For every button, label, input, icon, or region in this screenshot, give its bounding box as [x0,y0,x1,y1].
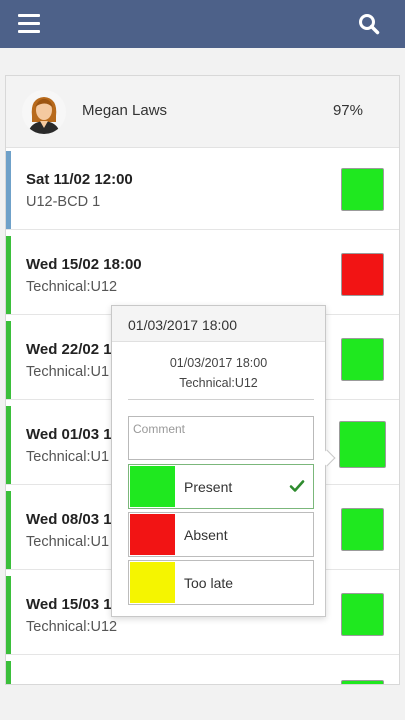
option-label: Present [184,479,233,495]
event-date: Wed 15/02 18:00 [26,256,142,273]
popover-divider [128,399,314,400]
comment-field[interactable] [128,416,314,460]
event-date: Wed 22/02 1 [26,341,112,358]
user-summary-row[interactable]: Megan Laws 97% [6,76,399,148]
present-color-swatch [130,466,175,507]
event-date: Wed 08/03 1 [26,511,112,528]
event-status-bar [6,661,11,684]
event-date: Sat 11/02 12:00 [26,171,133,188]
option-label: Absent [184,527,228,543]
attendance-percentage: 97% [332,102,363,119]
event-subtitle: U12-BCD 1 [26,194,101,210]
top-app-bar [0,0,405,48]
search-icon[interactable] [358,13,380,35]
event-date: Wed 15/03 1 [26,596,112,613]
option-label: Too late [184,575,234,591]
event-subtitle: Technical:U12 [26,619,118,635]
option-absent[interactable]: Absent [128,512,314,557]
attendance-status-button[interactable] [341,508,384,551]
event-row[interactable]: Sat 11/02 12:00 U12-BCD 1 [6,151,399,230]
popover-event-place: Technical:U12 [179,376,258,390]
option-too-late[interactable]: Too late [128,560,314,605]
option-present[interactable]: Present [128,464,314,509]
attendance-status-button[interactable] [341,253,384,296]
absent-color-swatch [130,514,175,555]
attendance-status-button[interactable] [341,168,384,211]
event-status-bar [6,236,11,314]
checkmark-icon [289,478,305,494]
event-subtitle: Technical:U12 [26,279,118,295]
popover-header: 01/03/2017 18:00 [112,306,325,342]
event-row[interactable]: Wed 15/02 18:00 Technical:U12 [6,236,399,315]
user-name: Megan Laws [82,102,168,119]
event-row[interactable] [6,661,399,684]
event-status-bar [6,406,11,484]
avatar [22,90,66,134]
event-subtitle: Technical:U1 [26,449,110,465]
event-status-bar [6,321,11,399]
event-status-bar [6,576,11,654]
attendance-status-button[interactable] [341,338,384,381]
event-subtitle: Technical:U1 [26,534,110,550]
too-late-color-swatch [130,562,175,603]
attendance-status-button[interactable] [341,680,384,684]
attendance-status-button[interactable] [341,593,384,636]
attendance-popover: 01/03/2017 18:00 01/03/2017 18:00 Techni… [111,305,336,617]
popover-event-date: 01/03/2017 18:00 [169,356,268,370]
event-date: Wed 01/03 1 [26,426,112,443]
event-status-bar [6,491,11,569]
hamburger-menu-icon[interactable] [18,14,40,34]
attendance-status-button[interactable] [339,421,386,468]
event-status-bar [6,151,11,229]
event-subtitle: Technical:U1 [26,364,110,380]
